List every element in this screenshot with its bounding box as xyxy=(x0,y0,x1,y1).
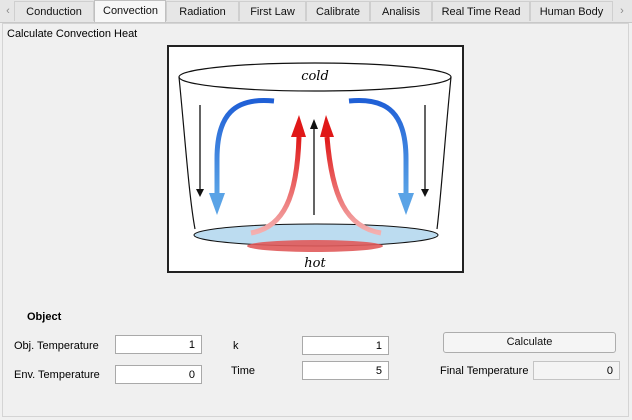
final-temperature-output xyxy=(533,361,620,380)
obj-temperature-label: Obj. Temperature xyxy=(14,340,99,352)
hot-label: hot xyxy=(304,256,326,271)
k-input[interactable] xyxy=(302,336,389,355)
time-input[interactable] xyxy=(302,361,389,380)
chevron-right-icon[interactable]: › xyxy=(616,2,628,20)
tab-analisis[interactable]: Analisis xyxy=(370,1,432,21)
vessel-left-wall xyxy=(178,76,196,230)
obj-temperature-input[interactable] xyxy=(115,335,202,354)
tab-conduction[interactable]: Conduction xyxy=(14,1,94,21)
tab-real-time-read[interactable]: Real Time Read xyxy=(432,1,530,21)
vessel-right-wall xyxy=(436,76,452,230)
k-label: k xyxy=(233,340,239,352)
chevron-left-icon[interactable]: ‹ xyxy=(2,2,14,20)
left-cold-arrow xyxy=(214,97,275,195)
calculate-button[interactable]: Calculate xyxy=(443,332,616,353)
heater xyxy=(247,240,383,252)
left-hot-arrow xyxy=(250,136,302,236)
panel-title: Calculate Convection Heat xyxy=(7,28,138,40)
tab-human-body[interactable]: Human Body xyxy=(530,1,613,21)
tab-first-law[interactable]: First Law xyxy=(239,1,306,21)
env-temperature-label: Env. Temperature xyxy=(14,369,100,381)
final-temperature-label: Final Temperature xyxy=(440,365,529,377)
object-section-title: Object xyxy=(27,311,62,323)
tab-bar: ‹ Conduction Convection Radiation First … xyxy=(0,0,632,23)
convection-diagram: cold hot xyxy=(178,62,452,271)
tab-calibrate[interactable]: Calibrate xyxy=(306,1,370,21)
time-label: Time xyxy=(231,365,256,377)
cold-label: cold xyxy=(301,69,329,84)
tab-convection[interactable]: Convection xyxy=(94,0,166,22)
env-temperature-input[interactable] xyxy=(115,365,202,384)
right-cold-arrow xyxy=(348,97,409,195)
convection-illustration: cold hot xyxy=(167,45,464,273)
right-hot-arrow xyxy=(324,136,382,236)
tab-radiation[interactable]: Radiation xyxy=(166,1,239,21)
